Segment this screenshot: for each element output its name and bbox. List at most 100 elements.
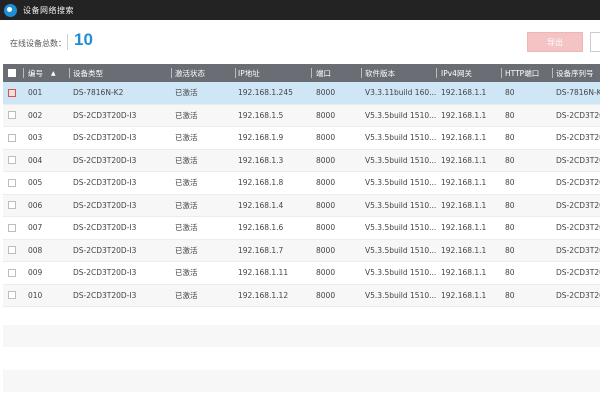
cell-serial: DS-2CD3T20 bbox=[556, 178, 600, 188]
export-button[interactable]: 导出 bbox=[527, 32, 583, 52]
row-checkbox-cell[interactable] bbox=[8, 285, 20, 307]
cell-port: 8000 bbox=[316, 223, 336, 233]
cell-port: 8000 bbox=[316, 178, 336, 188]
cell-version: V5.3.5build 1510... bbox=[365, 200, 437, 210]
cell-port: 8000 bbox=[316, 88, 336, 98]
cell-ip: 192.168.1.11 bbox=[238, 268, 289, 278]
table-header: 编号 ▲ 设备类型 激活状态 IP地址 端口 软件版本 IPv4网关 HTTP端口… bbox=[3, 64, 600, 82]
column-divider bbox=[69, 68, 70, 78]
table-row[interactable]: 008 DS-2CD3T20D-I3 已激活 192.168.1.7 8000 V5.3.… bbox=[3, 239, 600, 262]
table-row[interactable]: 007 DS-2CD3T20D-I3 已激活 192.168.1.6 8000 V5.3.… bbox=[3, 217, 600, 240]
cell-serial: DS-2CD3T20 bbox=[556, 268, 600, 278]
table-row[interactable]: 009 DS-2CD3T20D-I3 已激活 192.168.1.11 8000 V5.3… bbox=[3, 262, 600, 285]
row-checkbox[interactable] bbox=[8, 178, 16, 187]
cell-status: 已激活 bbox=[175, 155, 198, 165]
table-row[interactable]: 004 DS-2CD3T20D-I3 已激活 192.168.1.3 8000 V5.3.… bbox=[3, 149, 600, 172]
cell-type: DS-7816N-K2 bbox=[73, 88, 124, 98]
column-header-port[interactable]: 端口 bbox=[316, 64, 361, 82]
row-checkbox[interactable] bbox=[8, 156, 16, 165]
cell-http-port: 80 bbox=[505, 110, 515, 120]
empty-row bbox=[3, 370, 600, 392]
cell-type: DS-2CD3T20D-I3 bbox=[73, 133, 137, 143]
table-row[interactable]: 002 DS-2CD3T20D-I3 已激活 192.168.1.5 8000 V5.3.… bbox=[3, 104, 600, 127]
row-checkbox[interactable] bbox=[8, 201, 16, 210]
row-checkbox-cell[interactable] bbox=[8, 262, 20, 284]
row-checkbox[interactable] bbox=[8, 111, 16, 120]
row-checkbox[interactable] bbox=[8, 223, 16, 232]
cell-serial: DS-2CD3T20 bbox=[556, 290, 600, 300]
cell-serial: DS-2CD3T20 bbox=[556, 223, 600, 233]
cell-version: V5.3.5build 1510... bbox=[365, 290, 437, 300]
column-divider bbox=[361, 68, 362, 78]
column-header-status[interactable]: 激活状态 bbox=[175, 64, 235, 82]
cell-ip: 192.168.1.8 bbox=[238, 178, 284, 188]
column-header-no-label: 编号 bbox=[28, 68, 43, 78]
cell-no: 002 bbox=[28, 110, 43, 120]
cell-port: 8000 bbox=[316, 290, 336, 300]
cell-port: 8000 bbox=[316, 133, 336, 143]
row-checkbox[interactable] bbox=[8, 291, 16, 300]
cell-gateway: 192.168.1.1 bbox=[441, 200, 487, 210]
column-header-type[interactable]: 设备类型 bbox=[73, 64, 173, 82]
cell-status: 已激活 bbox=[175, 223, 198, 233]
cell-version: V5.3.5build 1510... bbox=[365, 155, 437, 165]
cell-type: DS-2CD3T20D-I3 bbox=[73, 223, 137, 233]
row-checkbox[interactable] bbox=[8, 133, 16, 142]
row-checkbox-cell[interactable] bbox=[8, 82, 20, 104]
cell-status: 已激活 bbox=[175, 200, 198, 210]
column-divider bbox=[436, 68, 437, 78]
cell-status: 已激活 bbox=[175, 178, 198, 188]
column-divider bbox=[171, 68, 172, 78]
table-row[interactable]: 005 DS-2CD3T20D-I3 已激活 192.168.1.8 8000 V5.3.… bbox=[3, 172, 600, 195]
cell-no: 005 bbox=[28, 178, 43, 188]
window-title: 设备网络搜索 bbox=[23, 5, 74, 15]
cell-http-port: 80 bbox=[505, 178, 515, 188]
row-checkbox-cell[interactable] bbox=[8, 217, 20, 239]
cell-status: 已激活 bbox=[175, 290, 198, 300]
column-header-ip[interactable]: IP地址 bbox=[238, 64, 313, 82]
row-checkbox[interactable] bbox=[8, 88, 16, 97]
column-divider bbox=[23, 68, 24, 78]
cell-type: DS-2CD3T20D-I3 bbox=[73, 110, 137, 120]
device-table: 编号 ▲ 设备类型 激活状态 IP地址 端口 软件版本 IPv4网关 HTTP端口… bbox=[3, 64, 600, 307]
sort-asc-icon: ▲ bbox=[51, 69, 56, 77]
cell-ip: 192.168.1.6 bbox=[238, 223, 284, 233]
column-header-gateway[interactable]: IPv4网关 bbox=[441, 64, 503, 82]
cell-http-port: 80 bbox=[505, 290, 515, 300]
row-checkbox-cell[interactable] bbox=[8, 195, 20, 217]
table-row[interactable]: 001 DS-7816N-K2 已激活 192.168.1.245 8000 V3.3.1… bbox=[3, 82, 600, 105]
column-header-http-port[interactable]: HTTP端口 bbox=[505, 64, 553, 82]
cell-ip: 192.168.1.4 bbox=[238, 200, 284, 210]
select-all-checkbox-cell[interactable] bbox=[8, 64, 20, 82]
row-checkbox-cell[interactable] bbox=[8, 127, 20, 149]
cell-no: 003 bbox=[28, 133, 43, 143]
cell-gateway: 192.168.1.1 bbox=[441, 245, 487, 255]
cell-ip: 192.168.1.12 bbox=[238, 290, 289, 300]
cell-http-port: 80 bbox=[505, 245, 515, 255]
table-row[interactable]: 010 DS-2CD3T20D-I3 已激活 192.168.1.12 8000 V5.3… bbox=[3, 284, 600, 307]
cell-version: V5.3.5build 1510... bbox=[365, 268, 437, 278]
column-header-serial[interactable]: 设备序列号 bbox=[556, 64, 600, 82]
title-bar: 设备网络搜索 bbox=[0, 0, 600, 20]
select-all-checkbox[interactable] bbox=[8, 69, 16, 77]
row-checkbox-cell[interactable] bbox=[8, 150, 20, 172]
column-divider bbox=[235, 68, 236, 78]
cell-no: 008 bbox=[28, 245, 43, 255]
table-row[interactable]: 006 DS-2CD3T20D-I3 已激活 192.168.1.4 8000 V5.3.… bbox=[3, 194, 600, 217]
cell-type: DS-2CD3T20D-I3 bbox=[73, 155, 137, 165]
table-row[interactable]: 003 DS-2CD3T20D-I3 已激活 192.168.1.9 8000 V5.3.… bbox=[3, 127, 600, 150]
secondary-button[interactable] bbox=[590, 32, 600, 52]
cell-port: 8000 bbox=[316, 268, 336, 278]
cell-ip: 192.168.1.3 bbox=[238, 155, 284, 165]
cell-ip: 192.168.1.245 bbox=[238, 88, 293, 98]
row-checkbox-cell[interactable] bbox=[8, 105, 20, 127]
cell-type: DS-2CD3T20D-I3 bbox=[73, 268, 137, 278]
row-checkbox[interactable] bbox=[8, 268, 16, 277]
column-header-no[interactable]: 编号 ▲ bbox=[28, 64, 68, 82]
cell-http-port: 80 bbox=[505, 268, 515, 278]
column-header-version[interactable]: 软件版本 bbox=[365, 64, 437, 82]
row-checkbox[interactable] bbox=[8, 246, 16, 255]
row-checkbox-cell[interactable] bbox=[8, 240, 20, 262]
row-checkbox-cell[interactable] bbox=[8, 172, 20, 194]
cell-version: V5.3.5build 1510... bbox=[365, 178, 437, 188]
